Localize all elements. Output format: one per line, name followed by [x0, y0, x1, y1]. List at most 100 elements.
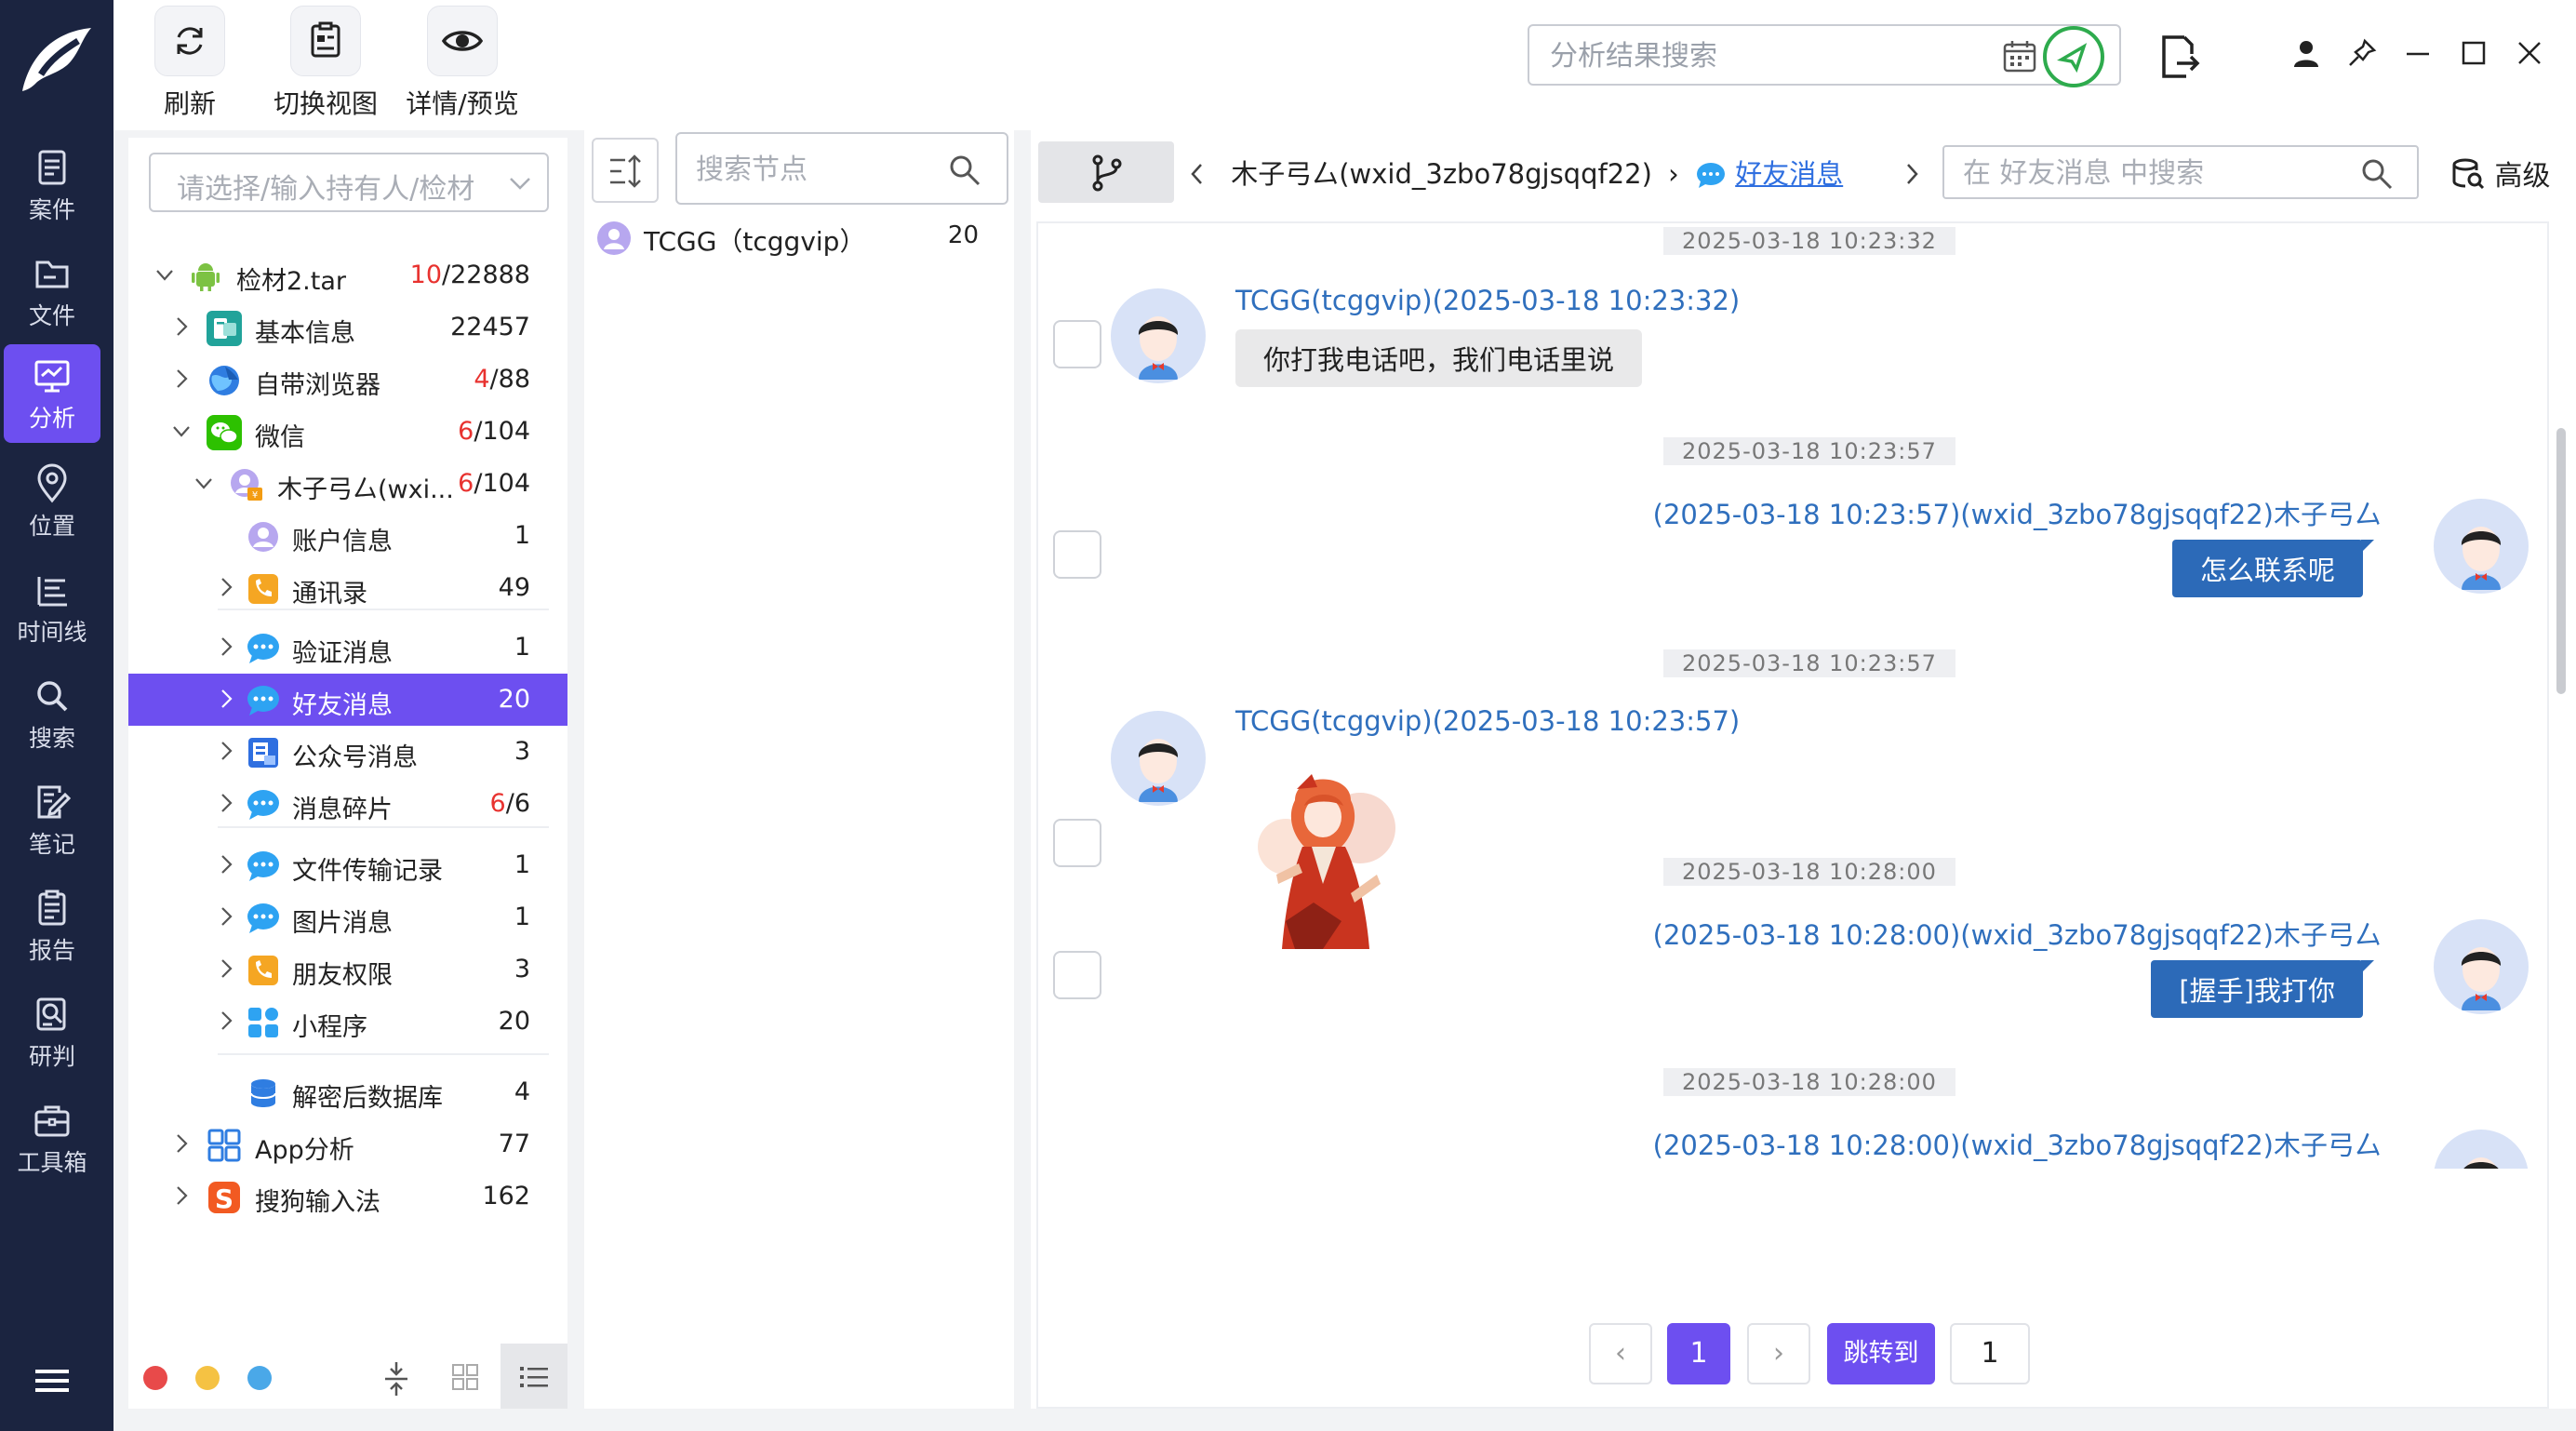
page-number-button[interactable]: 1: [1667, 1323, 1730, 1384]
nav-search[interactable]: 搜索: [4, 664, 100, 763]
minimize-icon[interactable]: [2402, 37, 2434, 69]
status-send-icon[interactable]: [2041, 24, 2106, 89]
tree-item[interactable]: 朋友权限 3: [128, 943, 567, 996]
collapse-icon[interactable]: [381, 1360, 411, 1398]
nav-toolbox[interactable]: 工具箱: [4, 1089, 100, 1187]
nav-location[interactable]: 位置: [4, 452, 100, 551]
nav-label: 笔记: [28, 831, 75, 858]
tree-item[interactable]: 验证消息 1: [128, 622, 567, 674]
message-checkbox[interactable]: [1053, 951, 1101, 999]
tree-item[interactable]: 消息碎片 6/6: [128, 778, 567, 830]
message-checkbox[interactable]: [1053, 320, 1101, 368]
menu-icon[interactable]: [33, 1366, 71, 1396]
red-tag-dot[interactable]: [143, 1366, 167, 1390]
tree-item-label: 消息碎片: [292, 796, 393, 824]
tree-item[interactable]: 微信 6/104: [128, 406, 567, 458]
info-icon: [207, 311, 242, 346]
search-icon[interactable]: [2359, 156, 2395, 192]
nav-analysis[interactable]: 分析: [4, 344, 100, 443]
chevron-down-icon[interactable]: [171, 419, 192, 443]
message-bubble[interactable]: 怎么联系呢: [2171, 540, 2375, 597]
nav-timeline[interactable]: 时间线: [4, 558, 100, 657]
message-checkbox[interactable]: [1053, 530, 1101, 579]
tree-item[interactable]: 自带浏览器 4/88: [128, 354, 567, 406]
message-bubble[interactable]: [握手]我打你: [2151, 960, 2374, 1018]
sort-button[interactable]: [592, 138, 659, 203]
tree-divider: [218, 609, 549, 610]
chevron-right-icon[interactable]: [216, 904, 236, 929]
chat-search-input[interactable]: [1963, 154, 2344, 192]
node-search-input[interactable]: [696, 149, 938, 190]
chevron-left-icon[interactable]: [1189, 162, 1206, 186]
blue-tag-dot[interactable]: [247, 1366, 272, 1390]
case-icon: [38, 150, 66, 185]
chevron-right-icon[interactable]: [216, 739, 236, 763]
tree-item[interactable]: 解密后数据库 4: [128, 1066, 567, 1118]
chevron-right-icon[interactable]: [216, 1009, 236, 1033]
calendar-icon[interactable]: [2002, 39, 2037, 74]
breadcrumb-current[interactable]: 好友消息: [1735, 158, 1843, 190]
chevron-right-icon[interactable]: [216, 791, 236, 815]
details-preview-button[interactable]: 详情/预览: [365, 6, 523, 121]
message-checkbox[interactable]: [1053, 819, 1101, 867]
chevron-down-icon[interactable]: [194, 471, 214, 495]
chat-scrollbar[interactable]: [2556, 428, 2566, 694]
nav-case[interactable]: 案件: [4, 136, 100, 234]
nav-judge[interactable]: 研判: [4, 983, 100, 1081]
nav-report[interactable]: 报告: [4, 876, 100, 975]
tree-item[interactable]: 好友消息 20: [128, 674, 567, 726]
nav-files[interactable]: 文件: [4, 242, 100, 341]
export-icon[interactable]: [2158, 33, 2201, 80]
chevron-right-icon[interactable]: [171, 1131, 192, 1156]
advanced-search-button[interactable]: 高级: [2450, 153, 2551, 194]
tree-item-count: 6/104: [458, 469, 530, 498]
chevron-right-icon[interactable]: [171, 1184, 192, 1208]
next-page-button[interactable]: ›: [1747, 1323, 1810, 1384]
jump-to-button[interactable]: 跳转到: [1827, 1323, 1935, 1384]
yellow-tag-dot[interactable]: [195, 1366, 220, 1390]
default-avatar-icon: [2461, 947, 2502, 1010]
branch-button[interactable]: [1038, 141, 1174, 203]
pin-icon[interactable]: [2346, 37, 2378, 69]
holder-select[interactable]: 请选择/输入持有人/检材: [149, 153, 549, 212]
chevron-right-icon[interactable]: [216, 575, 236, 599]
refresh-button[interactable]: 刷新: [151, 6, 229, 121]
tree-item[interactable]: 基本信息 22457: [128, 301, 567, 354]
prev-page-button[interactable]: ‹: [1589, 1323, 1652, 1384]
tree-item[interactable]: ¥ 木子弓厶(wxi... 6/104: [128, 458, 567, 510]
tree-item[interactable]: 公众号消息 3: [128, 726, 567, 778]
anime-character-image[interactable]: [1258, 763, 1397, 949]
chevron-down-icon[interactable]: [154, 262, 175, 287]
grid-view-icon[interactable]: [450, 1362, 480, 1392]
tree-item[interactable]: 图片消息 1: [128, 891, 567, 943]
database-search-icon: [2452, 158, 2485, 190]
tree-item[interactable]: 文件传输记录 1: [128, 839, 567, 891]
node-item[interactable]: TCGG（tcggvip） 20: [597, 214, 1007, 266]
nav-notes[interactable]: 笔记: [4, 770, 100, 869]
chevron-right-icon[interactable]: [216, 687, 236, 711]
tree-item-count: 162: [482, 1182, 530, 1210]
breadcrumb-contact[interactable]: 木子弓厶(wxid_3zbo78gjsqqf22): [1231, 158, 1652, 190]
tree-item[interactable]: 检材2.tar 10/22888: [128, 249, 567, 301]
close-icon[interactable]: [2514, 37, 2545, 69]
search-icon[interactable]: [947, 153, 982, 188]
tree-item[interactable]: App分析 77: [128, 1118, 567, 1170]
chevron-right-icon[interactable]: [216, 956, 236, 981]
result-search-input[interactable]: [1550, 35, 1987, 76]
chevron-right-icon[interactable]: [216, 635, 236, 659]
maximize-icon[interactable]: [2458, 37, 2489, 69]
default-avatar-icon: [1138, 739, 1179, 802]
tree-item[interactable]: 账户信息 1: [128, 510, 567, 562]
tree-item[interactable]: S 搜狗输入法 162: [128, 1170, 567, 1223]
chevron-right-icon[interactable]: [171, 314, 192, 339]
tree-item[interactable]: 通讯录 49: [128, 562, 567, 614]
tree-item[interactable]: 小程序 20: [128, 996, 567, 1048]
chevron-right-icon[interactable]: [171, 367, 192, 391]
jump-page-input[interactable]: 1: [1950, 1323, 2030, 1384]
tree-item-red-count: 6: [489, 789, 506, 818]
user-icon[interactable]: [2290, 37, 2322, 69]
chevron-right-icon[interactable]: [1903, 162, 1920, 186]
chevron-right-icon[interactable]: [216, 852, 236, 876]
message-bubble[interactable]: 你打我电话吧，我们电话里说: [1235, 329, 1643, 387]
list-view-button[interactable]: [501, 1344, 567, 1409]
